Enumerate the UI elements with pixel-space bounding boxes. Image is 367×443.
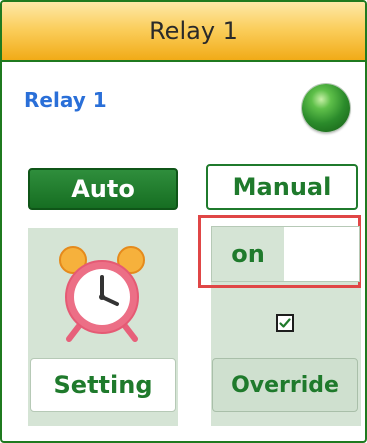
checkmark-icon xyxy=(279,318,291,328)
panel-title: Relay 1 xyxy=(149,17,238,45)
override-button[interactable]: Override xyxy=(212,358,358,412)
relay-name: Relay 1 xyxy=(24,88,107,112)
alarm-clock-icon xyxy=(59,246,145,342)
setting-button[interactable]: Setting xyxy=(30,358,176,412)
title-bar: Relay 1 xyxy=(2,2,365,62)
status-led-icon xyxy=(302,84,350,132)
override-checkbox[interactable] xyxy=(276,314,294,332)
relay-panel: Relay 1 Relay 1 Auto Manual Setting on O… xyxy=(0,0,367,443)
toggle-on-label: on xyxy=(212,227,284,281)
on-off-toggle[interactable]: on xyxy=(211,226,360,282)
auto-mode-button[interactable]: Auto xyxy=(28,168,178,210)
manual-mode-button[interactable]: Manual xyxy=(206,164,358,210)
